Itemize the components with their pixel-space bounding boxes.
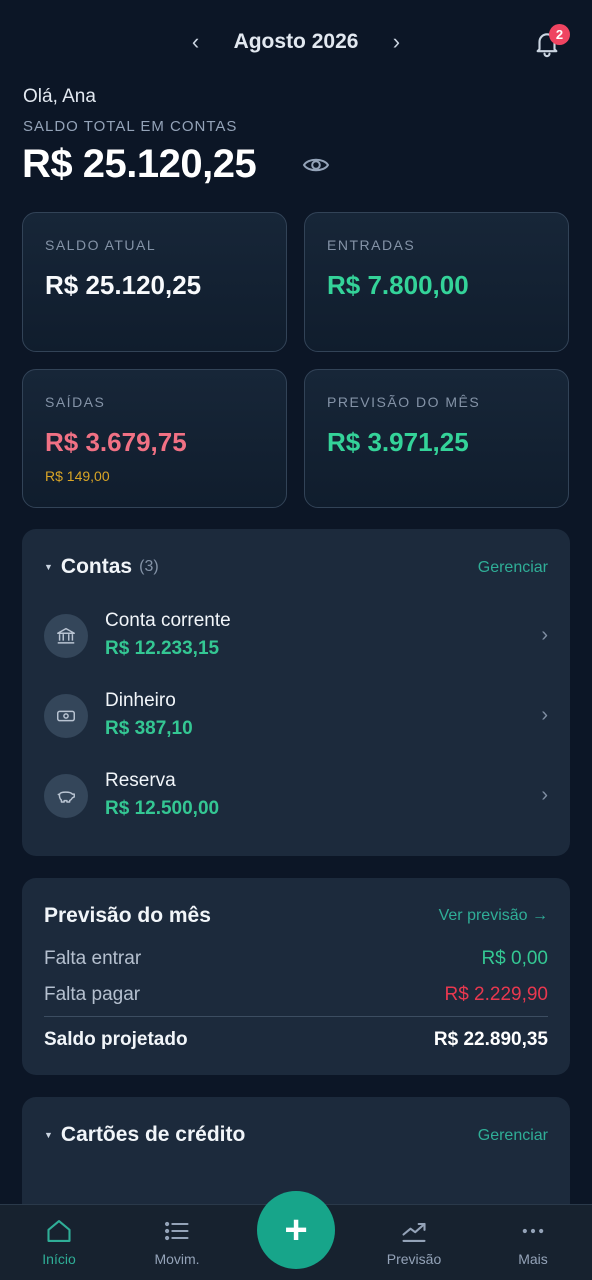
account-item-dinheiro[interactable]: Dinheiro R$ 387,10 › — [22, 682, 570, 750]
nav-label: Movim. — [154, 1251, 200, 1267]
card-previsao: PREVISÃO DO MÊS R$ 3.971,25 — [304, 369, 569, 508]
projected-label: Saldo projetado — [44, 1029, 188, 1050]
account-item-conta-corrente[interactable]: Conta corrente R$ 12.233,15 › — [22, 602, 570, 670]
forecast-panel: Previsão do mês Ver previsão → Falta ent… — [22, 878, 570, 1075]
notification-badge: 2 — [549, 24, 570, 45]
view-forecast-link[interactable]: Ver previsão → — [439, 907, 548, 925]
card-saidas: SAÍDAS R$ 3.679,75 R$ 149,00 — [22, 369, 287, 508]
card-subvalue: R$ 149,00 — [45, 468, 110, 484]
account-balance: R$ 12.500,00 — [105, 798, 220, 819]
bank-icon — [44, 614, 88, 658]
list-icon — [163, 1217, 191, 1245]
forecast-title: Previsão do mês — [44, 904, 211, 927]
next-month-button[interactable]: › — [386, 31, 406, 53]
accounts-count: (3) — [139, 558, 159, 575]
card-value: R$ 3.679,75 — [45, 427, 187, 457]
card-value: R$ 3.971,25 — [327, 427, 469, 457]
card-saldo-atual: SALDO ATUAL R$ 25.120,25 — [22, 212, 287, 352]
card-label: PREVISÃO DO MÊS — [327, 394, 481, 410]
card-value: R$ 7.800,00 — [327, 270, 469, 300]
forecast-row-falta-entrar: Falta entrar R$ 0,00 — [44, 948, 548, 970]
projected-value: R$ 22.890,35 — [433, 1029, 548, 1050]
manage-cards-link[interactable]: Gerenciar — [478, 1127, 548, 1145]
card-label: SALDO ATUAL — [45, 237, 157, 253]
forecast-row-falta-pagar: Falta pagar R$ 2.229,90 — [44, 984, 548, 1006]
more-icon — [519, 1217, 547, 1245]
accounts-panel-header[interactable]: ▼ Contas (3) — [44, 555, 159, 579]
nav-label: Previsão — [386, 1251, 442, 1267]
account-balance: R$ 387,10 — [105, 718, 193, 739]
collapse-triangle-icon: ▼ — [44, 562, 53, 572]
chevron-right-icon: › — [541, 784, 548, 806]
account-item-reserva[interactable]: Reserva R$ 12.500,00 › — [22, 762, 570, 830]
account-balance: R$ 12.233,15 — [105, 638, 220, 659]
home-icon — [45, 1217, 73, 1245]
month-navigator: ‹ Agosto 2026 › — [186, 30, 407, 54]
account-name: Reserva — [105, 770, 176, 791]
total-balance-value: R$ 25.120,25 — [22, 142, 257, 186]
month-header: ‹ Agosto 2026 › 2 — [0, 18, 592, 66]
previous-month-button[interactable]: ‹ — [186, 31, 206, 53]
card-label: ENTRADAS — [327, 237, 416, 253]
collapse-triangle-icon: ▼ — [44, 1130, 53, 1140]
account-name: Conta corrente — [105, 610, 231, 631]
card-entradas: ENTRADAS R$ 7.800,00 — [304, 212, 569, 352]
nav-label: Mais — [518, 1251, 548, 1267]
total-balance-label: SALDO TOTAL EM CONTAS — [23, 118, 238, 135]
chevron-right-icon: › — [541, 624, 548, 646]
toggle-visibility-button[interactable] — [302, 153, 330, 177]
cash-icon — [44, 694, 88, 738]
credit-cards-header[interactable]: ▼ Cartões de crédito — [44, 1123, 245, 1147]
forecast-row-value: R$ 0,00 — [481, 948, 548, 969]
forecast-row-label: Falta entrar — [44, 948, 142, 969]
card-label: SAÍDAS — [45, 394, 106, 410]
divider — [44, 1016, 548, 1017]
chevron-right-icon: › — [541, 704, 548, 726]
nav-label: Início — [42, 1251, 76, 1267]
forecast-row-projected: Saldo projetado R$ 22.890,35 — [44, 1029, 548, 1051]
accounts-title: Contas — [60, 555, 133, 578]
eye-icon — [302, 158, 330, 172]
month-label[interactable]: Agosto 2026 — [234, 30, 359, 54]
notifications-button[interactable]: 2 — [532, 24, 570, 58]
forecast-row-label: Falta pagar — [44, 984, 141, 1005]
add-transaction-button[interactable]: + — [257, 1191, 335, 1269]
nav-inicio[interactable]: Início — [0, 1205, 118, 1280]
greeting: Olá, Ana — [23, 86, 96, 107]
piggy-bank-icon — [44, 774, 88, 818]
credit-cards-title: Cartões de crédito — [60, 1123, 246, 1146]
manage-accounts-link[interactable]: Gerenciar — [478, 559, 548, 577]
nav-movimentacoes[interactable]: Movim. — [118, 1205, 236, 1280]
trend-icon — [400, 1217, 428, 1245]
forecast-row-value: R$ 2.229,90 — [444, 984, 548, 1005]
accounts-panel: ▼ Contas (3) Gerenciar Conta corrente R$… — [22, 529, 570, 856]
nav-previsao[interactable]: Previsão — [355, 1205, 473, 1280]
nav-mais[interactable]: Mais — [474, 1205, 592, 1280]
account-name: Dinheiro — [105, 690, 176, 711]
card-value: R$ 25.120,25 — [45, 270, 202, 300]
